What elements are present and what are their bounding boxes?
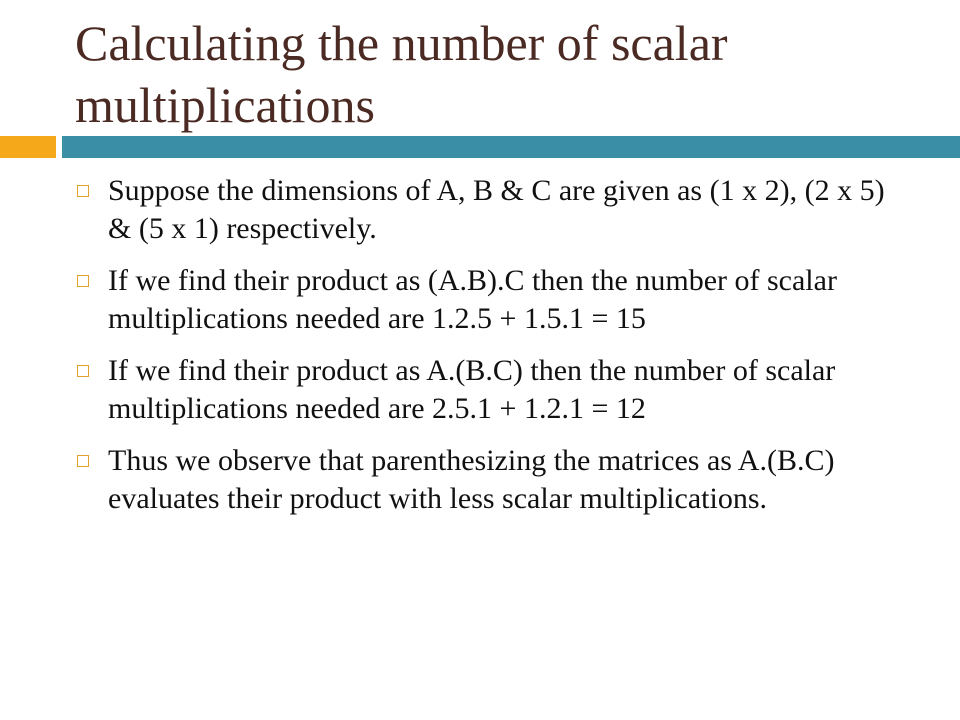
bullet-item: Suppose the dimensions of A, B & C are g…: [74, 172, 914, 248]
bullet-text: If we find their product as (A.B).C then…: [108, 264, 837, 335]
bullet-item: If we find their product as A.(B.C) then…: [74, 352, 914, 428]
bullet-text: Thus we observe that parenthesizing the …: [108, 444, 835, 515]
hollow-square-icon: [77, 185, 89, 197]
bullet-item: If we find their product as (A.B).C then…: [74, 262, 914, 338]
hollow-square-icon: [77, 275, 89, 287]
bullet-list: Suppose the dimensions of A, B & C are g…: [74, 172, 914, 532]
slide: Calculating the number of scalar multipl…: [0, 0, 960, 720]
bullet-text: Suppose the dimensions of A, B & C are g…: [108, 174, 885, 245]
accent-bar-left: [0, 136, 56, 158]
hollow-square-icon: [77, 455, 89, 467]
hollow-square-icon: [77, 365, 89, 377]
slide-title: Calculating the number of scalar multipl…: [75, 15, 728, 133]
accent-bar-right: [62, 136, 960, 158]
bullet-item: Thus we observe that parenthesizing the …: [74, 442, 914, 518]
bullet-text: If we find their product as A.(B.C) then…: [108, 354, 836, 425]
